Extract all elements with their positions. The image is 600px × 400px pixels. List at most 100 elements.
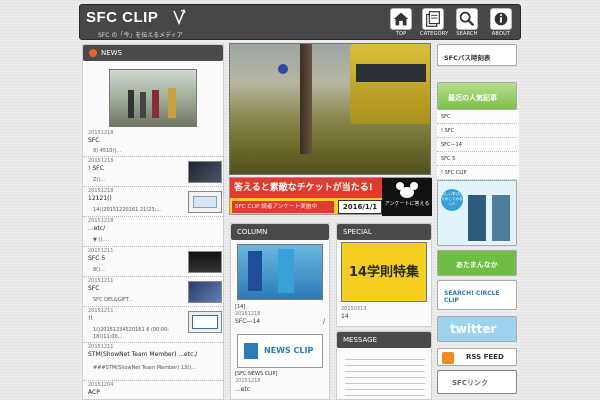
- news-title[interactable]: SFC: [88, 137, 99, 144]
- survey-banner[interactable]: 答えると素敵なチケットが当たる! SFC CLIP 読者アンケート実施中 201…: [229, 177, 432, 216]
- news-date: 20151211: [88, 248, 114, 254]
- rss-label: RSS FEED: [466, 353, 504, 361]
- twitter-banner[interactable]: twitter: [437, 316, 517, 342]
- special-panel: SPECIAL 14学則特集 20150313 14: [336, 223, 432, 327]
- nav-top-label: TOP: [395, 31, 407, 37]
- list-item[interactable]: 20151218 ...etc/ ▼ ()...: [83, 217, 223, 247]
- photo-person-figure: [140, 92, 146, 118]
- popular-articles-label: 最近の人気記事: [448, 94, 497, 102]
- site-tagline: SFC の「今」を伝えるメディア: [98, 32, 183, 39]
- news-thumbnail[interactable]: [188, 251, 222, 273]
- news-title[interactable]: 12121(): [88, 195, 112, 202]
- news-date: 20151218: [88, 130, 114, 136]
- atamanaka-banner[interactable]: あたまんなか: [437, 250, 517, 276]
- photo-bus: [350, 44, 430, 124]
- special-article-title[interactable]: 14: [341, 313, 349, 320]
- message-panel: MESSAGE: [336, 331, 432, 400]
- photo-banner-flag: [248, 251, 262, 291]
- news-date: 20151218: [88, 188, 114, 194]
- newsclip-date: 20151218: [235, 378, 261, 384]
- news-title[interactable]: ACP: [88, 389, 100, 396]
- ad-person-figure: [468, 195, 486, 241]
- bus-schedule-label: SFCバス時刻表: [444, 54, 491, 62]
- news-thumbnail[interactable]: [188, 281, 222, 303]
- popular-articles-banner[interactable]: 最近の人気記事: [437, 82, 517, 110]
- news-title[interactable]: SFC: [88, 285, 99, 292]
- news-date: 20151204: [88, 382, 114, 388]
- rss-banner[interactable]: RSS FEED: [437, 348, 517, 366]
- newsclip-banner[interactable]: NEWS CLIP: [237, 334, 323, 368]
- right-sidebar: SFCバス時刻表 最近の人気記事 SFC ! SFC SFC—14 SFC 5 …: [437, 44, 519, 400]
- news-title[interactable]: !!: [88, 315, 93, 322]
- special-banner-text: 14学則特集: [348, 265, 420, 280]
- list-item[interactable]: 20151204 ACP: [83, 381, 223, 400]
- special-banner[interactable]: 14学則特集: [341, 242, 427, 302]
- sfc-link-banner[interactable]: SFCリンク: [437, 370, 517, 394]
- thumb-screen: [192, 315, 218, 329]
- feature-photo[interactable]: [229, 43, 431, 175]
- thumb-screen: [193, 196, 217, 208]
- survey-cta[interactable]: アンケートに答える: [382, 178, 432, 216]
- list-item[interactable]: 20151211 SFC SFC DEL&GIFT...: [83, 277, 223, 307]
- survey-banner-date: 2016/1/1: [338, 200, 382, 214]
- nav-search-button[interactable]: SEARCH: [454, 8, 480, 40]
- news-title[interactable]: ! SFC: [88, 165, 104, 172]
- column-article-title[interactable]: SFC—14: [235, 318, 260, 325]
- site-header: SFC CLIP SFC の「今」を伝えるメディア TOP CATEGORY S…: [79, 4, 521, 40]
- sidebar-link[interactable]: ! SFC CLIP: [437, 166, 517, 180]
- news-date: 20151218: [88, 218, 114, 224]
- list-item[interactable]: 20151218 SFC 9) 4510()...: [83, 129, 223, 157]
- news-excerpt: Z()...: [93, 177, 106, 183]
- bus-schedule-banner[interactable]: SFCバス時刻表: [437, 44, 517, 66]
- news-panel: NEWS 20151218 SFC 9) 4510()... 20151218 …: [82, 44, 224, 400]
- list-item[interactable]: 20151211 SFC 5 8()...: [83, 247, 223, 277]
- column-panel: COLUMN [14] 20151218 SFC—14 / NEWS CLIP …: [230, 223, 330, 400]
- sidebar-link[interactable]: SFC 5: [437, 152, 517, 166]
- column-photo[interactable]: [237, 244, 323, 300]
- sidebar-link[interactable]: SFC—14: [437, 138, 517, 152]
- news-title[interactable]: SFC 5: [88, 255, 105, 262]
- twitter-label: twitter: [450, 322, 497, 336]
- circle-clip-label: SEARCH! CIRCLE CLIP: [444, 290, 500, 304]
- news-excerpt: 14()20151220161 21(23:...: [93, 207, 161, 213]
- nav-category-label: CATEGORY: [420, 31, 449, 37]
- column-panel-title: COLUMN: [231, 224, 329, 240]
- survey-banner-headline: 答えると素敵なチケットが当たる!: [230, 178, 382, 198]
- site-logo[interactable]: SFC CLIP: [86, 9, 158, 26]
- news-title[interactable]: STM(ShowNet Team Member) ...etc./: [88, 351, 224, 358]
- news-thumbnail[interactable]: [188, 191, 222, 213]
- news-featured-photo[interactable]: [109, 69, 197, 127]
- sidebar-link[interactable]: SFC: [437, 110, 517, 124]
- message-text-block: [345, 354, 425, 398]
- nav-category-button[interactable]: CATEGORY: [420, 8, 449, 40]
- list-item[interactable]: 20151211 STM(ShowNet Team Member) ...etc…: [83, 343, 223, 381]
- news-excerpt: 8()...: [93, 267, 105, 273]
- news-date: 20151211: [88, 344, 114, 350]
- newsclip-icon: [244, 343, 258, 359]
- news-excerpt: 9) 4510()...: [93, 148, 122, 154]
- news-thumbnail[interactable]: [188, 311, 222, 333]
- nav-search-label: SEARCH: [456, 31, 478, 37]
- special-panel-title: SPECIAL: [337, 224, 431, 240]
- home-icon: [390, 8, 412, 30]
- nav-about-button[interactable]: ABOUT: [488, 8, 514, 40]
- news-thumbnail[interactable]: [188, 161, 222, 183]
- news-date: 20151211: [88, 278, 114, 284]
- column-slash: /: [323, 318, 326, 325]
- list-item[interactable]: 20151218 ! SFC Z()...: [83, 157, 223, 187]
- circle-clip-banner[interactable]: SEARCH! CIRCLE CLIP: [437, 280, 517, 310]
- news-excerpt: 1()20151234520161 6 (00:00-18()11:00...: [93, 327, 170, 340]
- news-date: 20151218: [88, 158, 114, 164]
- rss-icon: [442, 352, 454, 364]
- nav-top-button[interactable]: TOP: [388, 8, 414, 40]
- list-item[interactable]: 20151218 12121() 14()20151220161 21(23:.…: [83, 187, 223, 217]
- nav-about-label: ABOUT: [491, 31, 511, 37]
- photo-banner-flag: [278, 249, 294, 293]
- news-heading: NEWS: [101, 49, 123, 57]
- ad-banner[interactable]: 新しい学び、ためしてみない?: [437, 180, 517, 246]
- news-panel-title: NEWS: [83, 45, 223, 61]
- news-title[interactable]: ...etc/: [88, 225, 105, 232]
- sidebar-link[interactable]: ! SFC: [437, 124, 517, 138]
- newsclip-article-title[interactable]: ...etc: [235, 386, 250, 393]
- list-item[interactable]: 20151211 !! 1()20151234520161 6 (00:00-1…: [83, 307, 223, 343]
